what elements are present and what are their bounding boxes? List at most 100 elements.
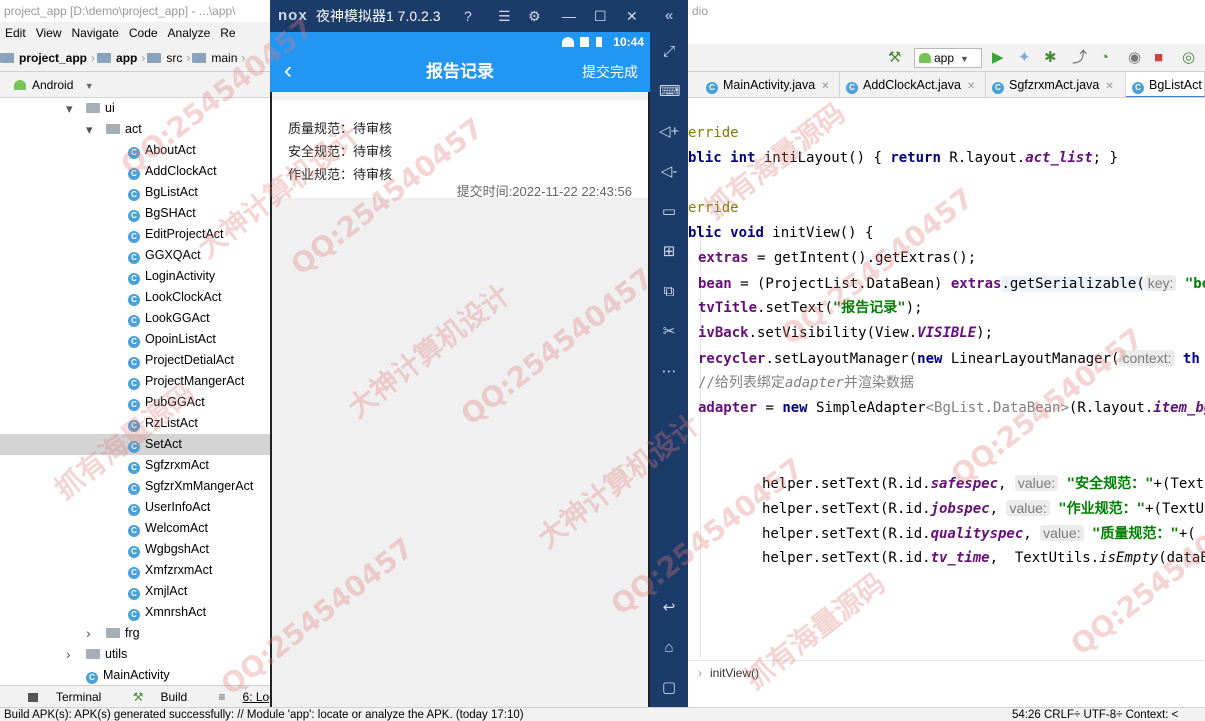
tree-item[interactable]: C SgfzrxmAct [0,455,270,476]
tree-item[interactable]: C GGXQAct [0,245,270,266]
debug-icon[interactable]: ✱ [1044,48,1057,68]
menu-analyze[interactable]: Analyze [163,26,216,40]
close-icon[interactable]: ✕ [626,0,638,32]
project-view-selector[interactable]: Android ▼ [0,72,270,98]
close-icon[interactable]: ✕ [967,81,975,92]
crumb-src[interactable]: src [164,51,184,65]
tree-item[interactable]: C AboutAct [0,140,270,161]
close-icon[interactable]: ✕ [821,81,829,92]
close-icon[interactable]: ✕ [1105,81,1113,92]
status-message[interactable]: Build APK(s): APK(s) generated successfu… [4,708,524,721]
multi-instance-icon[interactable]: ⧉ [659,282,679,302]
tree-item[interactable]: C BgSHAct [0,203,270,224]
tree-item-label: BgListAct [145,185,198,199]
menu-edit[interactable]: Edit [0,26,31,40]
menu-view[interactable]: View [31,26,67,40]
code-line: helper.setText(R.id.tv_time, TextUtils.i… [762,550,1205,566]
status-info[interactable]: 54:26 CRLF÷ UTF-8÷ Context: < [1012,708,1178,721]
tree-item[interactable]: C EditProjectAct [0,224,270,245]
menu-navigate[interactable]: Navigate [66,26,123,40]
tree-item[interactable]: C PubGGAct [0,392,270,413]
submit-complete-button[interactable]: 提交完成 [582,52,638,92]
screen-icon[interactable]: ▭ [659,202,679,222]
sync-icon[interactable]: ◎ [1182,48,1195,68]
chevron-down-icon[interactable]: ▾ [66,98,73,119]
method-breadcrumb[interactable]: › initView() [688,660,1205,685]
quality-spec: 质量规范：待审核 [288,121,393,136]
crumb-main[interactable]: main [209,51,239,65]
fullscreen-icon[interactable]: ⤢ [659,42,679,62]
attach-debugger-icon[interactable]: ⤴ [1072,48,1087,68]
apk-install-icon[interactable]: ⊞ [659,242,679,262]
build-tab[interactable]: ⚒ Build [119,690,187,704]
keyboard-icon[interactable]: ⌨ [659,82,681,102]
tree-item[interactable]: C XmfzrxmAct [0,560,270,581]
back-icon[interactable]: ↩ [659,598,679,618]
coverage-icon[interactable]: ◉ [1128,48,1141,68]
tree-item[interactable]: C OpoinListAct [0,329,270,350]
chevron-right-icon[interactable]: › [86,623,91,644]
tree-item[interactable]: › utils [0,644,270,665]
chevron-right-icon[interactable]: › [66,644,71,665]
maximize-icon[interactable]: ☐ [594,0,607,32]
class-icon: C [128,399,140,411]
menu-icon[interactable]: ☰ [498,0,511,32]
home-icon[interactable]: ⌂ [659,638,679,658]
tree-item[interactable]: C BgListAct [0,182,270,203]
profiler-icon[interactable]: ◔ [1100,48,1109,68]
menu-code[interactable]: Code [124,26,163,40]
tab-sgfzrxmact[interactable]: C SgfzrxmAct.java ✕ [986,72,1126,97]
tree-item[interactable]: C MainActivity [0,665,270,686]
help-icon[interactable]: ? [464,0,472,32]
tree-item[interactable]: C WgbgshAct [0,539,270,560]
project-tree: ▾ ui ▾ act C AboutAct C AddClockAct C BgListAct C B… [0,98,270,685]
tree-item[interactable]: C LookGGAct [0,308,270,329]
class-icon: C [128,294,140,306]
tree-item[interactable]: C ProjectDetialAct [0,350,270,371]
logcat-icon: ≡ [218,690,226,704]
tab-addclockact[interactable]: C AddClockAct.java ✕ [840,72,986,97]
run-icon[interactable]: ▶ [992,48,1004,68]
menu-refactor[interactable]: Re [215,26,240,40]
tree-item-label: MainActivity [103,668,170,682]
report-card[interactable]: 质量规范：待审核 安全规范：待审核 作业规范：待审核 提交时间:2022-11-… [272,100,648,199]
tree-item[interactable]: C UserInfoAct [0,497,270,518]
tree-item-label: PubGGAct [145,395,205,409]
terminal-tab[interactable]: Terminal [14,690,101,704]
crumb-module[interactable]: app [114,51,139,65]
more-icon[interactable]: ⋯ [659,362,679,382]
tree-item[interactable]: C LookClockAct [0,287,270,308]
chevron-down-icon[interactable]: ▾ [86,119,93,140]
scissors-icon[interactable]: ✂ [659,322,679,342]
tab-bglistact[interactable]: C BgListAct [1126,72,1205,97]
logcat-tab[interactable]: ≡ 6: Logcat [205,690,271,704]
stop-icon[interactable]: ■ [1154,48,1163,68]
run-configuration-select[interactable]: app ▼ [914,48,982,68]
tab-mainactivity[interactable]: C MainActivity.java ✕ [700,72,840,97]
gear-icon[interactable]: ⚙ [528,0,541,32]
tree-item[interactable]: C AddClockAct [0,161,270,182]
crumb-project[interactable]: project_app [17,51,89,65]
tree-item[interactable]: C LoginActivity [0,266,270,287]
android-status-bar: 10:44 [270,32,650,52]
tree-item[interactable]: C XmnrshAct [0,602,270,623]
tree-item[interactable]: C WelcomAct [0,518,270,539]
volume-up-icon[interactable]: ◁+ [659,122,679,142]
tree-item[interactable]: › frg [0,623,270,644]
tree-item[interactable]: ▾ ui [0,98,270,119]
tree-item[interactable]: C ProjectMangerAct [0,371,270,392]
code-line: //给列表绑定adapter并渲染数据 [698,375,914,391]
menu-bar: Edit View Navigate Code Analyze Re [0,22,270,44]
volume-down-icon[interactable]: ◁- [659,162,679,182]
tree-item[interactable]: ▾ act [0,119,270,140]
hammer-build-icon[interactable]: ⚒ [888,48,901,68]
collapse-icon[interactable]: « [659,6,679,26]
tree-item[interactable]: C SgfzrXmMangerAct [0,476,270,497]
code-editor[interactable]: erride blic int intiLayout() { return R.… [688,98,1205,685]
tree-item[interactable]: C RzListAct [0,413,270,434]
recent-apps-icon[interactable]: ▢ [659,678,679,698]
apply-changes-icon[interactable]: ✦ [1018,48,1031,68]
tree-item[interactable]: C SetAct [0,434,270,455]
tree-item[interactable]: C XmjlAct [0,581,270,602]
minimize-icon[interactable]: — [562,0,576,32]
